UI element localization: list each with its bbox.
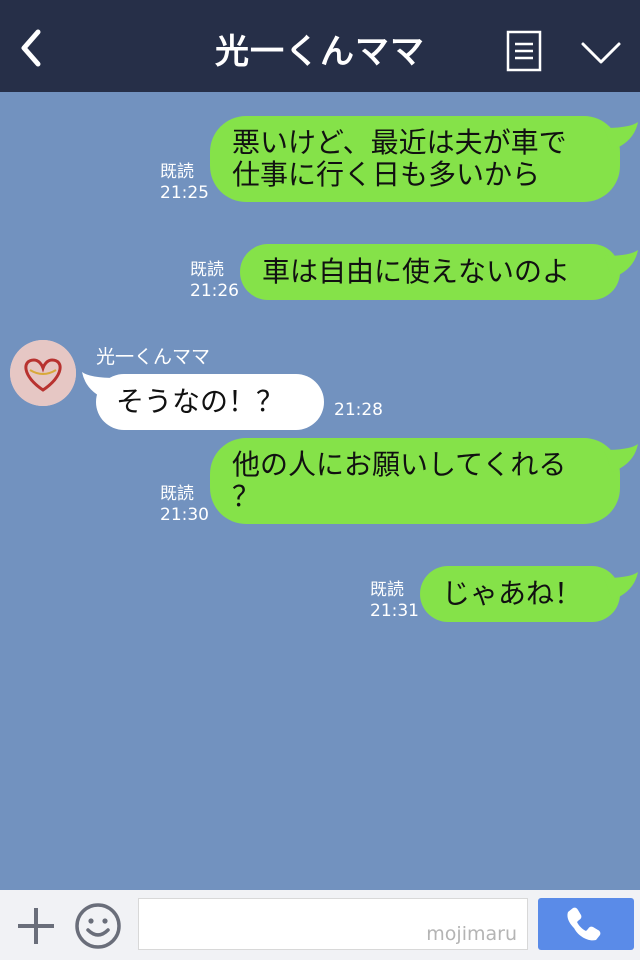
bubble-tail (604, 250, 638, 278)
message-line: 仕事に行く日も多いから (232, 158, 541, 191)
message-bubble-outgoing[interactable]: 他の人にお願いしてくれる ？ (210, 438, 620, 524)
timestamp: 21:25 (160, 183, 209, 203)
timestamp: 21:31 (370, 601, 419, 621)
chat-area[interactable]: 既読 21:25 悪いけど、最近は夫が車で 仕事に行く日も多いから 既読 21:… (0, 92, 640, 890)
bubble-tail (604, 444, 638, 472)
message-line: ？ (232, 480, 261, 513)
read-receipt: 既読 (190, 260, 224, 280)
sender-name: 光一くんママ (96, 346, 211, 368)
message-bubble-outgoing[interactable]: 悪いけど、最近は夫が車で 仕事に行く日も多いから (210, 116, 620, 202)
chat-header: 光一くんママ (0, 0, 640, 92)
call-button[interactable] (538, 898, 634, 950)
smiley-icon (75, 903, 121, 949)
message-line: 悪いけど、最近は夫が車で (232, 126, 567, 159)
watermark-text: mojimaru (426, 923, 517, 945)
message-meta: 既読 21:31 (370, 580, 419, 622)
message-bubble-incoming[interactable]: そうなの！？ (96, 374, 324, 430)
message-meta: 既読 21:30 (160, 484, 209, 526)
timestamp: 21:30 (160, 505, 209, 525)
message-bubble-outgoing[interactable]: 車は自由に使えないのよ (240, 244, 620, 300)
add-button[interactable] (14, 904, 58, 948)
read-receipt: 既読 (370, 580, 404, 600)
message-line: 他の人にお願いしてくれる (232, 448, 567, 481)
bubble-tail (604, 572, 638, 600)
chat-title: 光一くんママ (215, 32, 425, 72)
message-meta: 既読 21:26 (190, 260, 239, 302)
emoji-button[interactable] (74, 902, 122, 950)
message-input[interactable]: mojimaru (138, 898, 528, 950)
message-line: そうなの！？ (116, 385, 285, 418)
timestamp: 21:28 (334, 400, 383, 420)
menu-button[interactable] (506, 30, 542, 72)
read-receipt: 既読 (160, 162, 194, 182)
chevron-down-icon (581, 42, 621, 64)
message-meta: 既読 21:25 (160, 162, 209, 204)
message-line: じゃあね！ (442, 577, 583, 610)
message-bubble-outgoing[interactable]: じゃあね！ (420, 566, 620, 622)
read-receipt: 既読 (160, 484, 194, 504)
phone-icon (567, 907, 601, 941)
timestamp: 21:26 (190, 281, 239, 301)
avatar-image (10, 340, 76, 406)
list-icon (506, 30, 542, 72)
contact-avatar[interactable] (10, 340, 76, 406)
message-line: 車は自由に使えないのよ (262, 255, 571, 288)
input-bar: mojimaru (0, 890, 640, 960)
plus-icon (18, 908, 54, 944)
dropdown-button[interactable] (580, 38, 622, 68)
bubble-tail (604, 122, 638, 150)
